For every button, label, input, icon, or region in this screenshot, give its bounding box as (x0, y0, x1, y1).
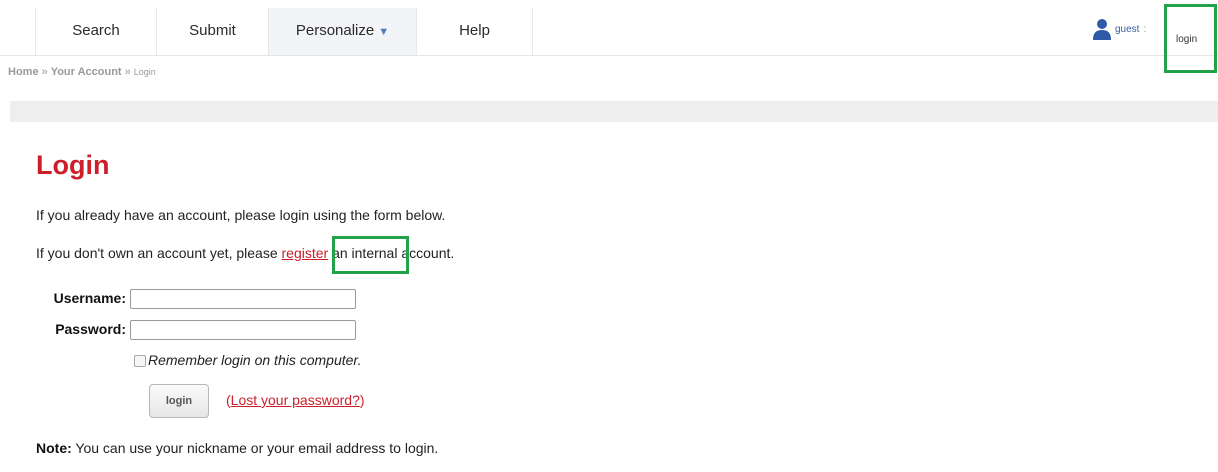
tab-submit[interactable]: Submit (157, 8, 269, 55)
tab-personalize[interactable]: Personalize ▼ (269, 8, 417, 55)
breadcrumb-your-account[interactable]: Your Account (51, 66, 122, 78)
login-note: Note: You can use your nickname or your … (36, 440, 438, 456)
lost-password: (Lost your password?) (226, 392, 365, 408)
remember-label[interactable]: Remember login on this computer. (148, 352, 361, 368)
lost-password-link[interactable]: Lost your password? (231, 392, 360, 408)
user-name[interactable]: guest (1115, 24, 1139, 35)
register-link[interactable]: register (282, 245, 329, 261)
tab-help-label: Help (459, 22, 490, 39)
breadcrumb-current: Login (133, 67, 156, 77)
password-label: Password: (55, 321, 126, 337)
lost-close-paren: ) (359, 392, 365, 408)
intro-text: If you already have an account, please l… (36, 207, 446, 223)
user-separator: : (1143, 23, 1147, 35)
page-title: Login (36, 150, 110, 180)
register-highlight-box (332, 236, 409, 274)
login-link[interactable]: login (1176, 34, 1197, 45)
tab-search-label: Search (72, 22, 120, 39)
caret-down-icon: ▼ (378, 26, 390, 38)
username-label: Username: (53, 290, 126, 306)
breadcrumb-separator: » (41, 66, 48, 78)
breadcrumb: Home» Your Account» Login (8, 66, 156, 78)
login-button[interactable]: login (149, 384, 209, 418)
note-text: You can use your nickname or your email … (71, 440, 439, 456)
divider-band (10, 101, 1218, 122)
register-prefix: If you don't own an account yet, please (36, 245, 282, 261)
top-navigation: Search Submit Personalize ▼ Help (0, 8, 1218, 56)
user-silhouette-icon (1093, 19, 1111, 40)
tab-personalize-label: Personalize (295, 22, 375, 39)
password-input[interactable] (130, 320, 356, 340)
tab-help[interactable]: Help (417, 8, 533, 55)
breadcrumb-separator: » (124, 66, 131, 78)
remember-checkbox[interactable] (134, 355, 146, 367)
user-status: guest : (1092, 14, 1146, 44)
note-label: Note: (36, 440, 72, 456)
tab-submit-label: Submit (189, 22, 236, 39)
breadcrumb-home[interactable]: Home (8, 66, 39, 78)
tab-search[interactable]: Search (35, 8, 157, 55)
username-input[interactable] (130, 289, 356, 309)
